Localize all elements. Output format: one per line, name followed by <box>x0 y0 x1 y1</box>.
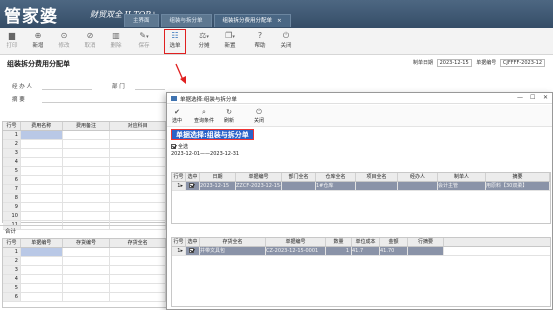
dialog-close-button[interactable]: ⏻ 关闭 <box>254 108 264 124</box>
col-header: 金额 <box>380 238 408 246</box>
search-icon: ⌕ <box>202 108 206 116</box>
grid-cell[interactable]: 1 <box>326 247 352 255</box>
date-range: 2023-12-01——2023-12-31 <box>171 151 240 157</box>
col-header: 项目全名 <box>356 173 398 181</box>
col-header: 行号 <box>172 238 186 246</box>
table-row[interactable]: 1▸ 并带文具包 CZ-2023-12-15-0001 1 41.7 41.70 <box>172 247 550 256</box>
close-icon[interactable]: ✕ <box>543 94 548 101</box>
grid-cell[interactable]: ZZCF-2023-12-15-0001 <box>236 182 282 190</box>
table-row[interactable]: 1▸ 2023-12-15 ZZCF-2023-12-15-0001 1#仓库 … <box>172 182 550 191</box>
col-header: 单据编号 <box>266 238 326 246</box>
query-label: 查询条件 <box>194 118 215 124</box>
refresh-icon: ↻ <box>226 108 232 116</box>
item-detail-grid: 行号 选中 存货全名 单据编号 数量 单位成本 金额 行摘要 1▸ 并带文具包 … <box>171 237 551 307</box>
col-header: 仓库全名 <box>316 173 356 181</box>
grid-cell[interactable]: 用原料【30双柔】 <box>486 182 550 190</box>
row-checkbox[interactable] <box>186 247 200 255</box>
grid-cell[interactable]: 2023-12-15 <box>200 182 236 190</box>
document-select-dialog: 单据选择:组装与拆分单 — ☐ ✕ ✔ 选中 ⌕ 查询条件 ↻ 刷新 ⏻ 关闭 … <box>166 92 553 310</box>
window-icon <box>171 96 177 101</box>
grid-cell[interactable] <box>408 247 444 255</box>
col-header: 单据编号 <box>236 173 282 181</box>
col-header: 选中 <box>186 173 200 181</box>
col-header: 存货全名 <box>200 238 266 246</box>
col-header: 部门全名 <box>282 173 316 181</box>
col-header: 经办人 <box>398 173 438 181</box>
row-number-text: 1 <box>177 248 181 254</box>
col-header: 行号 <box>172 173 186 181</box>
dialog-title: 单据选择:组装与拆分单 <box>180 97 237 103</box>
select-label: 选中 <box>172 118 183 124</box>
checkbox-icon <box>171 144 176 149</box>
dialog-close-label: 关闭 <box>254 118 265 124</box>
grid-header: 行号 选中 存货全名 单据编号 数量 单位成本 金额 行摘要 <box>172 238 550 247</box>
col-header: 数量 <box>326 238 352 246</box>
col-header: 行摘要 <box>408 238 444 246</box>
select-all-label: 全选 <box>178 144 189 150</box>
check-circle-icon: ✔ <box>174 108 180 116</box>
minimize-icon[interactable]: — <box>517 94 523 101</box>
col-header: 日期 <box>200 173 236 181</box>
row-number: 1▸ <box>172 247 186 255</box>
grid-cell[interactable]: 并带文具包 <box>200 247 266 255</box>
grid-cell[interactable]: 41.70 <box>380 247 408 255</box>
dialog-banner: 单据选择:组装与拆分单 <box>171 129 254 140</box>
grid-header: 行号 选中 日期 单据编号 部门全名 仓库全名 项目全名 经办人 制单人 摘要 <box>172 173 550 182</box>
grid-cell[interactable]: 会计主管 <box>438 182 486 190</box>
col-header: 摘要 <box>486 173 550 181</box>
col-header: 制单人 <box>438 173 486 181</box>
row-number: 1▸ <box>172 182 186 190</box>
grid-cell[interactable] <box>398 182 438 190</box>
grid-cell[interactable] <box>356 182 398 190</box>
refresh-button[interactable]: ↻ 刷新 <box>224 108 234 124</box>
document-list-grid: 行号 选中 日期 单据编号 部门全名 仓库全名 项目全名 经办人 制单人 摘要 … <box>171 172 551 224</box>
query-button[interactable]: ⌕ 查询条件 <box>194 108 214 124</box>
dialog-toolbar: ✔ 选中 ⌕ 查询条件 ↻ 刷新 ⏻ 关闭 <box>167 105 552 127</box>
refresh-label: 刷新 <box>224 118 235 124</box>
checkbox-icon <box>189 248 194 253</box>
grid-cell[interactable]: CZ-2023-12-15-0001 <box>266 247 326 255</box>
row-checkbox[interactable] <box>186 182 200 190</box>
select-button[interactable]: ✔ 选中 <box>172 108 182 124</box>
power-icon: ⏻ <box>256 108 262 116</box>
checkbox-icon <box>189 183 194 188</box>
row-number-text: 1 <box>177 183 181 189</box>
select-all-checkbox[interactable]: 全选 <box>171 143 188 150</box>
maximize-icon[interactable]: ☐ <box>530 94 535 101</box>
dialog-title-bar: 单据选择:组装与拆分单 — ☐ ✕ <box>167 93 552 104</box>
grid-cell[interactable]: 41.7 <box>352 247 380 255</box>
grid-cell[interactable] <box>282 182 316 190</box>
grid-cell[interactable]: 1#仓库 <box>316 182 356 190</box>
col-header: 选中 <box>186 238 200 246</box>
col-header: 单位成本 <box>352 238 380 246</box>
